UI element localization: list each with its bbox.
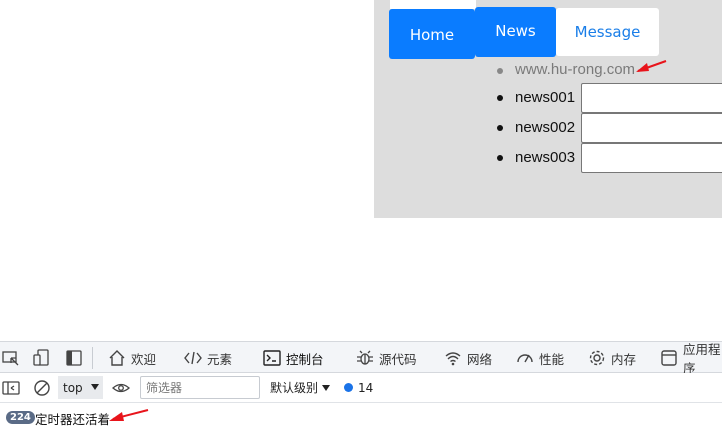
- console-icon: [263, 350, 281, 366]
- log-level-select[interactable]: 默认级别: [270, 376, 331, 399]
- bullet-icon: [497, 68, 503, 74]
- news-input[interactable]: [581, 83, 722, 113]
- tab-welcome[interactable]: 欢迎: [108, 342, 156, 374]
- context-select[interactable]: top: [58, 376, 103, 399]
- tab-console[interactable]: 控制台: [255, 342, 333, 375]
- site-link[interactable]: www.hu-rong.com: [515, 61, 635, 78]
- bullet-icon: [497, 95, 503, 101]
- tab-performance[interactable]: 性能: [516, 342, 564, 374]
- tab-sources-label: 源代码: [379, 351, 417, 367]
- filter-input[interactable]: 筛选器: [140, 376, 260, 399]
- devtools-tab-bar: 欢迎 元素 控制台 源代码 网络 性能 内存 应用程序: [0, 341, 722, 376]
- tab-elements[interactable]: 元素: [184, 342, 232, 374]
- tab-welcome-label: 欢迎: [131, 351, 157, 367]
- list-item: news003: [374, 143, 722, 173]
- tab-news-label: News: [495, 22, 536, 40]
- bullet-icon: [497, 155, 503, 161]
- tab-sources[interactable]: 源代码: [356, 342, 417, 374]
- news-item-label: news003: [515, 149, 576, 166]
- tab-home-label: Home: [409, 26, 455, 44]
- issues-counter[interactable]: 14: [344, 376, 373, 399]
- repeat-count-badge: 224: [6, 411, 35, 424]
- eye-icon[interactable]: [112, 379, 130, 397]
- issues-icon: [344, 383, 353, 392]
- bug-icon: [357, 350, 373, 365]
- log-level-label: 默认级别: [270, 381, 319, 395]
- tab-application-label: 应用程序: [683, 342, 721, 376]
- wifi-icon: [445, 352, 461, 366]
- tab-news[interactable]: News: [475, 7, 556, 57]
- clear-console-icon[interactable]: [33, 379, 51, 397]
- demo-panel: Home News Message www.hu-rong.com news00…: [374, 0, 722, 218]
- tab-console-label: 控制台: [286, 351, 324, 367]
- tab-application[interactable]: 应用程序: [660, 342, 722, 376]
- annotation-arrow-icon: [109, 409, 149, 421]
- console-message-row: 224 定时器还活着: [0, 404, 722, 430]
- console-toolbar: top 筛选器 默认级别 14: [0, 373, 722, 403]
- gear-icon: [589, 350, 605, 366]
- bullet-icon: [497, 125, 503, 131]
- tab-elements-label: 元素: [207, 351, 233, 367]
- chevron-down-icon: [322, 384, 331, 391]
- sidebar-toggle-icon[interactable]: [2, 379, 20, 397]
- tab-memory-label: 内存: [611, 351, 637, 367]
- issues-count: 14: [358, 380, 374, 395]
- tab-network[interactable]: 网络: [444, 342, 492, 374]
- news-input[interactable]: [581, 113, 722, 143]
- device-toolbar-icon[interactable]: [33, 349, 51, 367]
- tab-memory[interactable]: 内存: [588, 342, 636, 374]
- header-strip: [390, 0, 476, 9]
- news-item-label: news001: [515, 89, 576, 106]
- tab-home[interactable]: Home: [389, 9, 475, 59]
- news-input[interactable]: [581, 143, 722, 173]
- tab-network-label: 网络: [467, 351, 493, 367]
- home-icon: [109, 350, 125, 366]
- gauge-icon: [517, 354, 533, 363]
- filter-placeholder: 筛选器: [146, 381, 183, 395]
- tab-performance-label: 性能: [539, 351, 565, 367]
- annotation-arrow-icon: [636, 60, 667, 72]
- code-icon: [184, 351, 202, 365]
- console-message: 定时器还活着: [35, 412, 111, 427]
- tab-message-label: Message: [574, 23, 641, 41]
- chevron-down-icon: [91, 384, 99, 390]
- dock-icon[interactable]: [65, 349, 83, 367]
- toolbar-divider: [92, 347, 93, 369]
- app-window-icon: [661, 350, 677, 366]
- list-item: news001: [374, 83, 722, 113]
- list-item: news002: [374, 113, 722, 143]
- tab-message[interactable]: Message: [556, 8, 659, 56]
- inspect-icon[interactable]: [2, 349, 20, 367]
- news-item-label: news002: [515, 119, 576, 136]
- context-select-value: top: [63, 380, 83, 395]
- devtools-panel: 欢迎 元素 控制台 源代码 网络 性能 内存 应用程序 top 筛选器 默认级别…: [0, 341, 722, 436]
